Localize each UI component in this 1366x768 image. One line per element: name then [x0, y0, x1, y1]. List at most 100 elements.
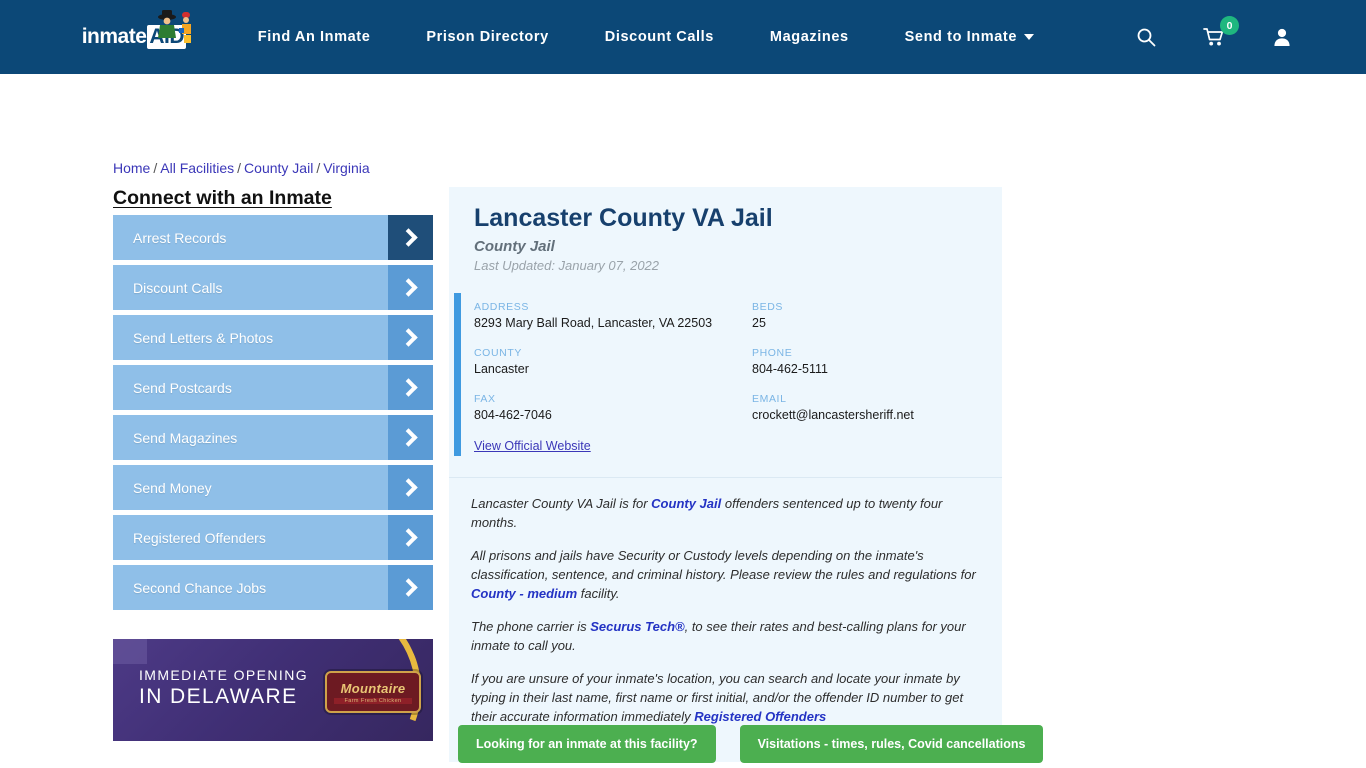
- nav-item-send-to-inmate[interactable]: Send to Inmate: [905, 29, 1034, 45]
- facility-info-grid: ADDRESS 8293 Mary Ball Road, Lancaster, …: [449, 301, 1002, 422]
- ad-text-block: IMMEDIATE OPENING IN DELAWARE: [139, 667, 308, 709]
- sidebar-item-send-money[interactable]: Send Money: [113, 465, 433, 510]
- link-securus-tech[interactable]: Securus Tech®: [590, 619, 684, 634]
- field-label: PHONE: [752, 347, 793, 359]
- ad-corner-decoration: [113, 639, 147, 664]
- primary-nav: Find An Inmate Prison Directory Discount…: [258, 29, 1090, 45]
- last-updated-text: Last Updated: January 07, 2022: [474, 258, 660, 273]
- sidebar-item-label: Send Postcards: [133, 379, 232, 396]
- field-value: 8293 Mary Ball Road, Lancaster, VA 22503: [474, 316, 713, 330]
- user-account-icon[interactable]: [1270, 25, 1294, 49]
- accent-rail: [454, 293, 461, 456]
- field-fax: FAX 804-462-7046: [474, 393, 752, 422]
- sidebar-item-label: Send Letters & Photos: [133, 329, 274, 346]
- cta-button-row: Looking for an inmate at this facility? …: [458, 725, 1044, 763]
- p2-text-b: facility.: [577, 586, 620, 601]
- facility-detail-panel: Lancaster County VA Jail County Jail Las…: [449, 187, 1002, 762]
- mascot-icon: [157, 10, 191, 43]
- field-county: COUNTY Lancaster: [474, 347, 752, 376]
- sidebar-item-send-postcards[interactable]: Send Postcards: [113, 365, 433, 410]
- paragraph-3: The phone carrier is Securus Tech®, to s…: [471, 617, 977, 655]
- paragraph-2: All prisons and jails have Security or C…: [471, 546, 977, 603]
- sidebar-item-label: Registered Offenders: [133, 529, 266, 546]
- field-value: Lancaster: [474, 362, 529, 376]
- field-phone: PHONE 804-462-5111: [752, 347, 1002, 376]
- facility-header: Lancaster County VA Jail County Jail Las…: [449, 187, 1002, 287]
- chevron-right-icon: [388, 215, 433, 260]
- ad-headline-2: IN DELAWARE: [139, 685, 298, 708]
- p1-text-a: Lancaster County VA Jail is for: [471, 496, 652, 511]
- facility-info-block: ADDRESS 8293 Mary Ball Road, Lancaster, …: [449, 287, 1002, 477]
- visitations-button[interactable]: Visitations - times, rules, Covid cancel…: [739, 725, 1044, 763]
- breadcrumb-item-virginia[interactable]: Virginia: [323, 160, 369, 176]
- chevron-right-icon: [388, 565, 433, 610]
- breadcrumb: Home / All Facilities / County Jail / Virginia: [113, 160, 370, 176]
- search-icon[interactable]: [1134, 25, 1158, 49]
- nav-item-discount-calls[interactable]: Discount Calls: [605, 29, 714, 45]
- field-value: crockett@lancastersheriff.net: [752, 408, 914, 422]
- breadcrumb-item-all-facilities[interactable]: All Facilities: [160, 160, 234, 176]
- facility-description: Lancaster County VA Jail is for County J…: [449, 478, 1002, 726]
- sidebar-item-label: Arrest Records: [133, 229, 227, 246]
- field-value: 804-462-5111: [752, 362, 828, 376]
- page-title: Lancaster County VA Jail: [474, 204, 773, 232]
- looking-for-inmate-button[interactable]: Looking for an inmate at this facility?: [458, 725, 716, 763]
- cart-icon[interactable]: 0: [1202, 16, 1239, 49]
- nav-item-find-an-inmate[interactable]: Find An Inmate: [258, 29, 371, 45]
- nav-item-magazines[interactable]: Magazines: [770, 29, 849, 45]
- p3-text-a: The phone carrier is: [471, 619, 591, 634]
- ad-logo-tagline: Farm Fresh Chicken: [334, 697, 412, 704]
- field-label: ADDRESS: [474, 301, 529, 313]
- advertisement-banner[interactable]: IMMEDIATE OPENING IN DELAWARE Mountaire …: [113, 639, 433, 741]
- sidebar-item-send-magazines[interactable]: Send Magazines: [113, 415, 433, 460]
- link-registered-offenders[interactable]: Registered Offenders: [694, 709, 826, 724]
- sidebar-item-label: Discount Calls: [133, 279, 223, 296]
- breadcrumb-separator: /: [237, 160, 242, 176]
- field-address: ADDRESS 8293 Mary Ball Road, Lancaster, …: [474, 301, 752, 330]
- sidebar-item-second-chance-jobs[interactable]: Second Chance Jobs: [113, 565, 433, 610]
- link-county-jail[interactable]: County Jail: [651, 496, 721, 511]
- sidebar-item-discount-calls[interactable]: Discount Calls: [113, 265, 433, 310]
- sidebar-item-label: Second Chance Jobs: [133, 579, 267, 596]
- field-beds: BEDS 25: [752, 301, 1002, 330]
- field-email: EMAIL crockett@lancastersheriff.net: [752, 393, 1002, 422]
- mountaire-logo: Mountaire Farm Fresh Chicken: [325, 671, 421, 713]
- header-icon-group: 0: [1090, 16, 1294, 49]
- cart-count-badge: 0: [1220, 16, 1239, 35]
- nav-item-prison-directory[interactable]: Prison Directory: [426, 29, 548, 45]
- logo-text-primary: inmate: [81, 25, 147, 48]
- ad-headline-1: IMMEDIATE OPENING: [139, 667, 308, 683]
- sidebar-item-label: Send Magazines: [133, 429, 238, 446]
- field-value: 804-462-7046: [474, 408, 552, 422]
- sidebar-item-registered-offenders[interactable]: Registered Offenders: [113, 515, 433, 560]
- top-navigation-bar: inmateAID Find An Inmate Prison Director…: [0, 0, 1366, 74]
- field-label: FAX: [474, 393, 496, 405]
- chevron-right-icon: [388, 465, 433, 510]
- breadcrumb-separator: /: [316, 160, 321, 176]
- sidebar-heading: Connect with an Inmate: [113, 187, 332, 209]
- breadcrumb-item-county-jail[interactable]: County Jail: [244, 160, 313, 176]
- chevron-right-icon: [388, 265, 433, 310]
- breadcrumb-item-home[interactable]: Home: [113, 160, 150, 176]
- paragraph-1: Lancaster County VA Jail is for County J…: [471, 494, 977, 532]
- facility-type: County Jail: [474, 238, 555, 255]
- ad-logo-name: Mountaire: [340, 680, 406, 696]
- site-logo[interactable]: inmateAID: [62, 10, 206, 60]
- breadcrumb-separator: /: [153, 160, 158, 176]
- chevron-right-icon: [388, 515, 433, 560]
- p2-text-a: All prisons and jails have Security or C…: [471, 548, 976, 582]
- field-label: EMAIL: [752, 393, 787, 405]
- chevron-right-icon: [388, 415, 433, 460]
- field-label: COUNTY: [474, 347, 522, 359]
- chevron-right-icon: [388, 315, 433, 360]
- chevron-right-icon: [388, 365, 433, 410]
- sidebar-item-arrest-records[interactable]: Arrest Records: [113, 215, 433, 260]
- field-label: BEDS: [752, 301, 783, 313]
- sidebar-item-label: Send Money: [133, 479, 212, 496]
- paragraph-4: If you are unsure of your inmate's locat…: [471, 669, 977, 726]
- field-value: 25: [752, 316, 766, 330]
- view-official-website-link[interactable]: View Official Website: [474, 439, 591, 453]
- sidebar-item-send-letters-photos[interactable]: Send Letters & Photos: [113, 315, 433, 360]
- link-county-medium[interactable]: County - medium: [471, 586, 577, 601]
- sidebar-menu: Arrest Records Discount Calls Send Lette…: [113, 215, 433, 615]
